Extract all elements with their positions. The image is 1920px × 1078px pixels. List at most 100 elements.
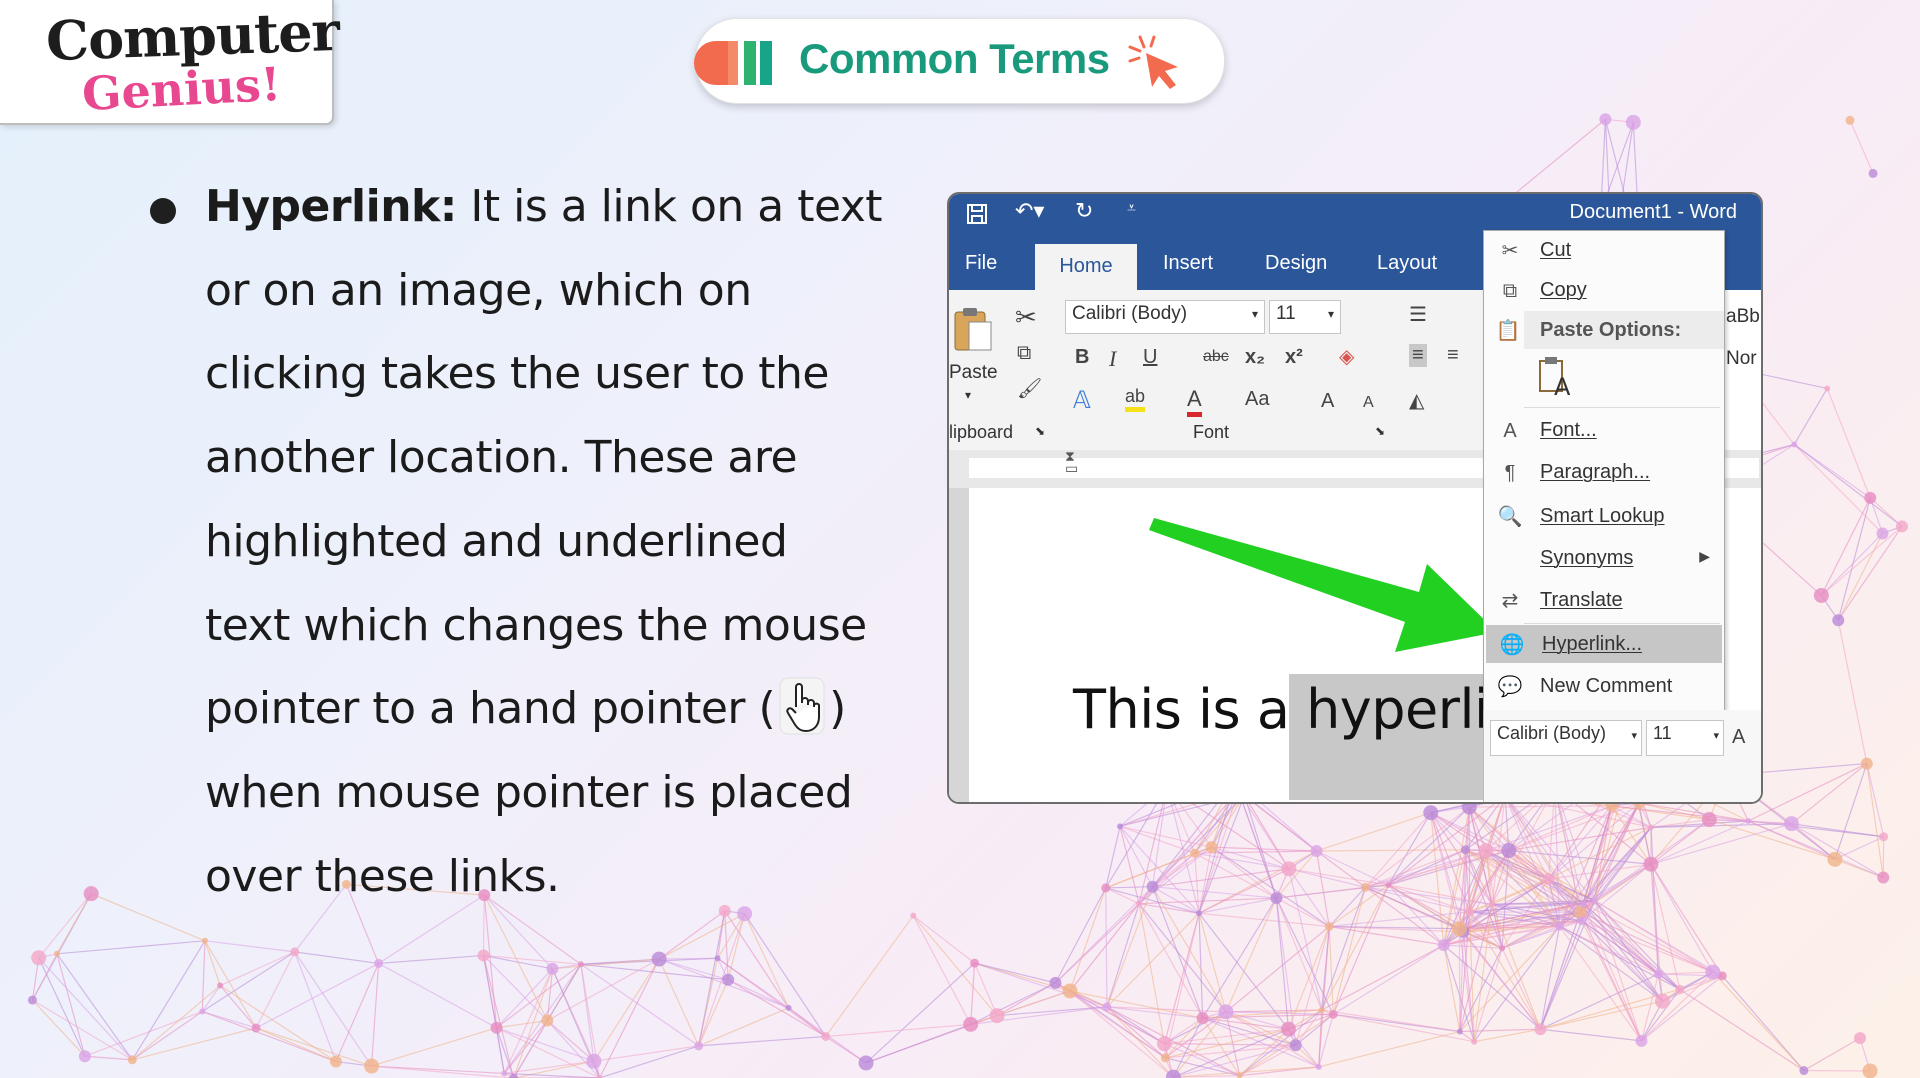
bold-button[interactable]: B xyxy=(1075,346,1089,369)
menu-separator xyxy=(1524,407,1720,408)
submenu-arrow-icon: ▶ xyxy=(1699,548,1710,564)
italic-button[interactable]: I xyxy=(1109,346,1116,372)
undo-icon[interactable]: ↶▾ xyxy=(1015,198,1044,224)
subscript-button[interactable]: x₂ xyxy=(1245,346,1265,369)
menu-item-synonyms[interactable]: Synonyms ▶ xyxy=(1484,539,1724,577)
network-line xyxy=(1539,926,1561,1030)
save-icon[interactable] xyxy=(965,202,989,232)
menu-item-new-comment[interactable]: 💬 New Comment xyxy=(1484,667,1724,705)
align-left-icon[interactable]: ≡ xyxy=(1409,344,1427,367)
hyperlink-definition: Hyperlink: It is a link on a text or on … xyxy=(205,165,885,918)
network-node xyxy=(1156,1036,1172,1052)
tab-home[interactable]: Home xyxy=(1035,244,1137,290)
menu-item-smart-lookup[interactable]: 🔍 Smart Lookup xyxy=(1484,497,1724,535)
mini-font-size-value: 11 xyxy=(1653,723,1672,743)
menu-item-translate[interactable]: ⇄ Translate xyxy=(1484,581,1724,619)
menu-label-paragraph: Paragraph... xyxy=(1540,461,1651,483)
network-line xyxy=(131,940,206,1061)
network-node xyxy=(1648,824,1655,831)
tab-design[interactable]: Design xyxy=(1265,252,1327,275)
style-sample-1: aBb( xyxy=(1726,306,1763,327)
network-node xyxy=(1555,921,1565,931)
superscript-button[interactable]: x² xyxy=(1285,346,1303,369)
network-line xyxy=(294,951,337,1062)
network-node xyxy=(1868,168,1878,178)
menu-label-font: Font... xyxy=(1540,419,1597,441)
network-line xyxy=(717,957,827,1037)
network-line xyxy=(698,979,729,1047)
network-node xyxy=(722,973,735,986)
network-node xyxy=(577,961,584,968)
mini-font-name-value: Calibri (Body) xyxy=(1497,723,1607,743)
format-painter-icon[interactable]: 🖌 xyxy=(1017,376,1042,401)
align-center-icon[interactable]: ≡ xyxy=(1447,344,1459,367)
paste-label[interactable]: Paste xyxy=(949,362,998,384)
network-line xyxy=(912,915,972,1025)
styles-gallery-partial[interactable]: aBb( Nor xyxy=(1723,290,1763,450)
network-node xyxy=(1877,871,1890,884)
highlight-color-icon[interactable]: ab xyxy=(1125,386,1146,412)
font-size-value: 11 xyxy=(1276,303,1296,324)
network-node xyxy=(1599,113,1612,126)
shrink-font-button[interactable]: A xyxy=(1363,394,1374,412)
menu-item-font[interactable]: A Font... xyxy=(1484,411,1724,449)
network-line xyxy=(973,962,998,1016)
paste-clipboard-icon[interactable] xyxy=(951,304,995,354)
font-size-select[interactable]: 11 ▾ xyxy=(1269,300,1341,334)
network-node xyxy=(1146,880,1159,893)
strikethrough-button[interactable]: abc xyxy=(1203,348,1229,366)
network-line xyxy=(1321,884,1389,1011)
clear-formatting-icon[interactable]: ◈ xyxy=(1339,344,1354,369)
network-line xyxy=(56,940,206,955)
network-node xyxy=(217,982,224,989)
menu-item-hyperlink[interactable]: 🌐 Hyperlink... xyxy=(1486,625,1722,663)
clipboard-group-label: lipboard xyxy=(949,422,1014,442)
network-node xyxy=(1205,841,1218,854)
menu-item-copy[interactable]: ⧉ Copy xyxy=(1484,271,1724,309)
copy-icon: ⧉ xyxy=(1502,280,1518,302)
network-node xyxy=(1783,816,1799,832)
network-line xyxy=(1837,620,1868,764)
page-title: Common Terms xyxy=(799,35,1110,82)
network-line xyxy=(1316,850,1389,886)
network-line xyxy=(1793,388,1828,445)
font-launcher-icon[interactable]: ⬊ xyxy=(1375,424,1385,438)
text-effects-icon[interactable]: 𝔸 xyxy=(1073,386,1091,415)
cut-icon[interactable]: ✂ xyxy=(1015,302,1037,333)
grow-font-button[interactable]: A xyxy=(1321,390,1334,413)
shading-icon[interactable]: ◭ xyxy=(1409,388,1424,413)
network-line xyxy=(1138,903,1204,1019)
menu-item-paragraph[interactable]: ¶ Paragraph... xyxy=(1484,453,1724,491)
network-line xyxy=(56,893,92,955)
redo-icon[interactable]: ↻ xyxy=(1075,198,1093,224)
network-line xyxy=(1650,863,1723,977)
underline-button[interactable]: U xyxy=(1143,346,1157,369)
network-line xyxy=(593,958,660,1062)
bullet-point xyxy=(150,198,176,224)
paste-dropdown-icon[interactable]: ▾ xyxy=(965,388,971,402)
menu-item-cut[interactable]: ✂ Cut xyxy=(1484,231,1724,269)
clipboard-launcher-icon[interactable]: ⬊ xyxy=(1035,424,1045,438)
change-case-button[interactable]: Aa xyxy=(1245,388,1269,411)
paste-keep-text-only-icon[interactable]: A xyxy=(1536,355,1576,399)
network-line xyxy=(503,1020,548,1074)
network-line xyxy=(727,979,826,1038)
indent-marker-icon[interactable]: ⧗ ▭ xyxy=(1065,449,1078,475)
bullets-icon[interactable]: ☰ xyxy=(1409,302,1427,327)
customize-quick-access-icon[interactable]: ⩡ xyxy=(1127,200,1136,218)
font-color-button[interactable]: A xyxy=(1187,386,1202,417)
copy-icon[interactable]: ⧉ xyxy=(1017,342,1031,365)
mini-grow-font-button[interactable]: A xyxy=(1732,726,1745,749)
network-line xyxy=(1820,497,1871,596)
menu-label-translate: Translate xyxy=(1540,589,1623,611)
tab-insert[interactable]: Insert xyxy=(1163,252,1213,275)
network-node xyxy=(127,1055,137,1065)
tab-layout[interactable]: Layout xyxy=(1377,252,1437,275)
font-name-select[interactable]: Calibri (Body) ▾ xyxy=(1065,300,1265,334)
network-line xyxy=(1712,971,1805,1071)
network-line xyxy=(1793,444,1883,534)
mini-font-name-select[interactable]: Calibri (Body) ▾ xyxy=(1490,720,1642,756)
tab-file[interactable]: File xyxy=(965,252,997,275)
mini-font-size-select[interactable]: 11 ▾ xyxy=(1646,720,1724,756)
network-line xyxy=(1485,850,1595,902)
